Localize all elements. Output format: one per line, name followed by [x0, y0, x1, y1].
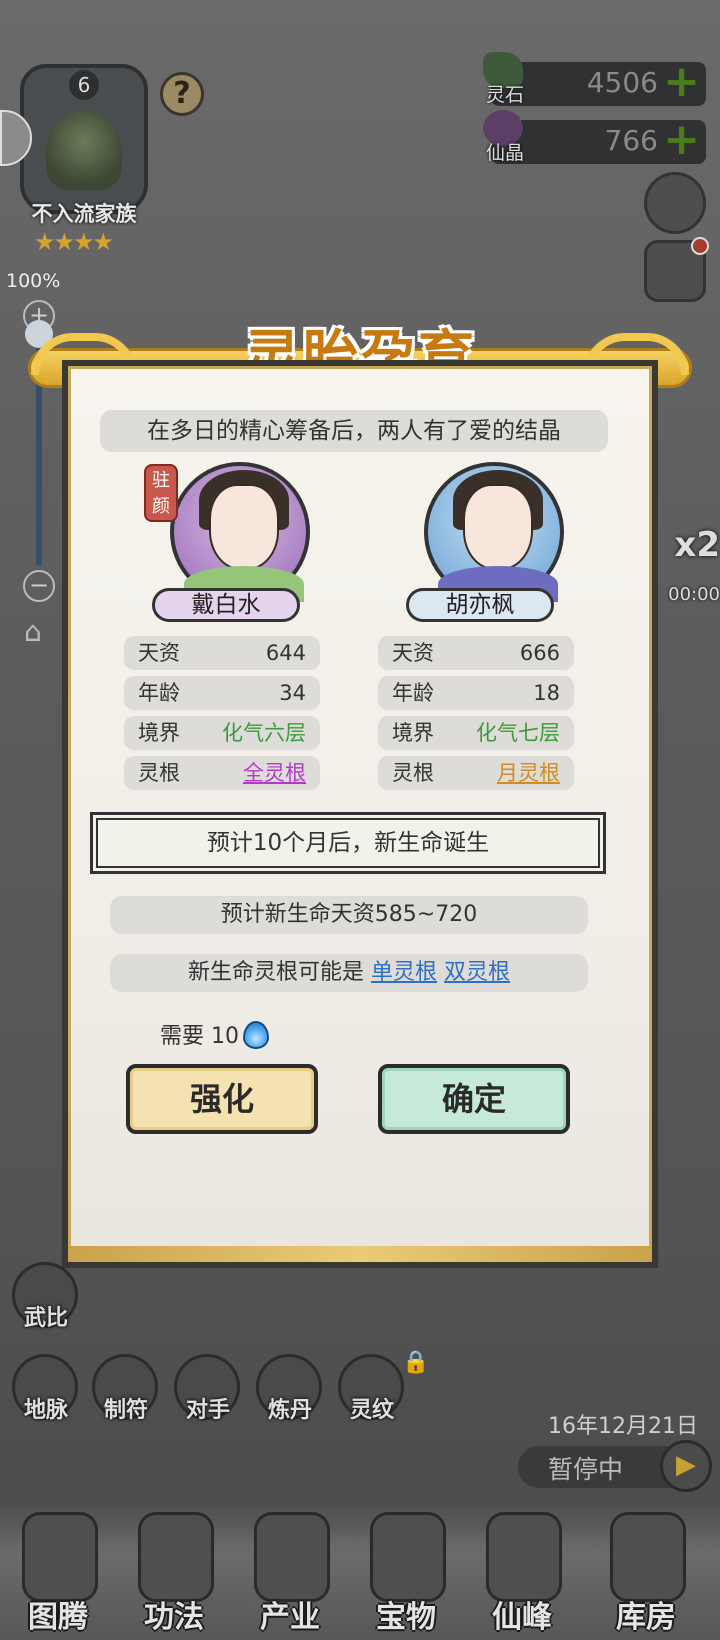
dual-root-link[interactable]: 双灵根 [444, 960, 510, 985]
stat-row-talent: 天资 644 [124, 636, 320, 670]
currency-label: 仙晶 [485, 142, 524, 164]
father-name: 胡亦枫 [406, 588, 554, 622]
stat-value: 34 [279, 681, 306, 705]
immortal-crystal-icon: 仙晶 [479, 110, 531, 170]
stat-key: 年龄 [392, 681, 434, 705]
mother-name: 戴白水 [152, 588, 300, 622]
help-icon[interactable]: ? [160, 72, 204, 116]
nav-techniques[interactable]: 功法 [124, 1512, 224, 1640]
stat-row-age: 年龄 34 [124, 676, 320, 710]
speed-multiplier[interactable]: x2 [674, 525, 720, 565]
action-talisman[interactable]: 制符 [86, 1392, 166, 1424]
stat-key: 天资 [138, 641, 180, 665]
strengthen-button[interactable]: 强化 [126, 1064, 318, 1134]
nav-treasure[interactable]: 宝物 [356, 1512, 456, 1640]
treasure-icon [370, 1512, 446, 1602]
stat-row-spirit-root: 灵根 全灵根 [124, 756, 320, 790]
nav-storehouse[interactable]: 库房 [596, 1512, 696, 1640]
nav-label: 产业 [260, 1600, 320, 1635]
mother-stats: 天资 644 年龄 34 境界 化气六层 灵根 全灵根 [124, 636, 320, 796]
root-prediction: 新生命灵根可能是 单灵根 双灵根 [110, 954, 588, 992]
cost-label: 需要 [160, 1024, 205, 1049]
confirm-button[interactable]: 确定 [378, 1064, 570, 1134]
notification-dot [691, 237, 709, 255]
currency-immortal-crystal: 仙晶 766 + [483, 110, 706, 164]
totem-icon [22, 1512, 98, 1602]
stat-row-talent: 天资 666 [378, 636, 574, 670]
scroll-notice-icon[interactable] [644, 237, 709, 302]
nav-industry[interactable]: 产业 [240, 1512, 340, 1640]
stat-key: 境界 [392, 721, 434, 745]
father-avatar[interactable] [424, 462, 564, 602]
stat-key: 天资 [392, 641, 434, 665]
mother-avatar[interactable] [170, 462, 310, 602]
single-root-link[interactable]: 单灵根 [371, 960, 437, 985]
stat-key: 灵根 [138, 761, 180, 785]
stat-value: 666 [519, 641, 560, 665]
stat-row-realm: 境界 化气七层 [378, 716, 574, 750]
nav-label: 宝物 [376, 1600, 436, 1635]
play-icon[interactable]: ▶ [660, 1440, 712, 1492]
nav-label: 库房 [616, 1600, 676, 1635]
stat-value: 18 [533, 681, 560, 705]
zoom-out-button[interactable]: − [23, 570, 55, 602]
talent-prediction: 预计新生命天资585~720 [110, 896, 588, 934]
settings-yinyang-icon[interactable] [644, 172, 706, 234]
willow-tree-icon [46, 110, 122, 190]
action-rival[interactable]: 对手 [168, 1392, 248, 1424]
stat-key: 灵根 [392, 761, 434, 785]
immortal-peak-icon [486, 1512, 562, 1602]
currency-spirit-stone: 灵石 4506 + [483, 52, 706, 106]
stat-row-realm: 境界 化气六层 [124, 716, 320, 750]
lock-icon: 🔒 [402, 1350, 430, 1375]
currency-value: 4506 [586, 66, 658, 99]
spirit-root-link[interactable]: 全灵根 [243, 756, 306, 790]
nav-label: 功法 [144, 1600, 204, 1635]
preserve-youth-badge: 驻颜 [144, 464, 178, 522]
pause-label: 暂停中 [548, 1455, 624, 1484]
birth-prediction: 预计10个月后，新生命诞生 [90, 812, 606, 874]
spirit-stone-icon: 灵石 [479, 52, 531, 112]
pause-status[interactable]: 暂停中 ▶ [518, 1440, 712, 1492]
stat-key: 境界 [138, 721, 180, 745]
stat-row-spirit-root: 灵根 月灵根 [378, 756, 574, 790]
currency-label: 灵石 [485, 84, 524, 106]
family-name: 不入流家族 [31, 202, 137, 226]
stat-value: 化气七层 [476, 721, 560, 745]
stat-value: 644 [265, 641, 306, 665]
nav-label: 图腾 [28, 1600, 88, 1635]
action-earth-vein[interactable]: 地脉 [6, 1392, 86, 1424]
location-pin-icon[interactable]: ⌂ [24, 615, 54, 651]
father-stats: 天资 666 年龄 18 境界 化气七层 灵根 月灵根 [378, 636, 574, 796]
add-immortal-crystal-button[interactable]: + [663, 118, 700, 162]
stat-row-age: 年龄 18 [378, 676, 574, 710]
cost-value: 10 [211, 1024, 240, 1049]
techniques-icon [138, 1512, 214, 1602]
industry-icon [254, 1512, 330, 1602]
storehouse-icon [610, 1512, 686, 1602]
speed-timer: 00:00 [668, 584, 720, 605]
stat-key: 年龄 [138, 681, 180, 705]
currency-value: 766 [604, 124, 658, 157]
root-prediction-prefix: 新生命灵根可能是 [187, 960, 364, 985]
family-stars: ★★★★ [34, 228, 114, 256]
family-level: 6 [69, 70, 99, 100]
game-date: 16年12月21日 [548, 1414, 698, 1439]
stat-value: 化气六层 [222, 721, 306, 745]
action-spirit-pattern[interactable]: 灵纹 [332, 1392, 412, 1424]
blue-flame-icon [243, 1021, 270, 1049]
spirit-root-link[interactable]: 月灵根 [497, 756, 560, 790]
cost-requirement: 需要 10 [160, 1018, 270, 1050]
add-spirit-stone-button[interactable]: + [663, 60, 700, 104]
zoom-control: 100% + − ⌂ [6, 270, 76, 648]
family-emblem[interactable]: 6 不入流家族 ★★★★ [14, 60, 154, 256]
spirit-pregnancy-dialog: 在多日的精心筹备后，两人有了爱的结晶 驻颜 戴白水 胡亦枫 天资 644 年龄 34… [62, 360, 658, 1268]
nav-totem[interactable]: 图腾 [8, 1512, 108, 1640]
dialog-subtitle: 在多日的精心筹备后，两人有了爱的结晶 [100, 410, 608, 452]
nav-immortal-peak[interactable]: 仙峰 [472, 1512, 572, 1640]
zoom-percent: 100% [6, 270, 61, 292]
action-duel[interactable]: 武比 [6, 1300, 86, 1332]
action-alchemy[interactable]: 炼丹 [250, 1392, 330, 1424]
nav-label: 仙峰 [492, 1600, 552, 1635]
